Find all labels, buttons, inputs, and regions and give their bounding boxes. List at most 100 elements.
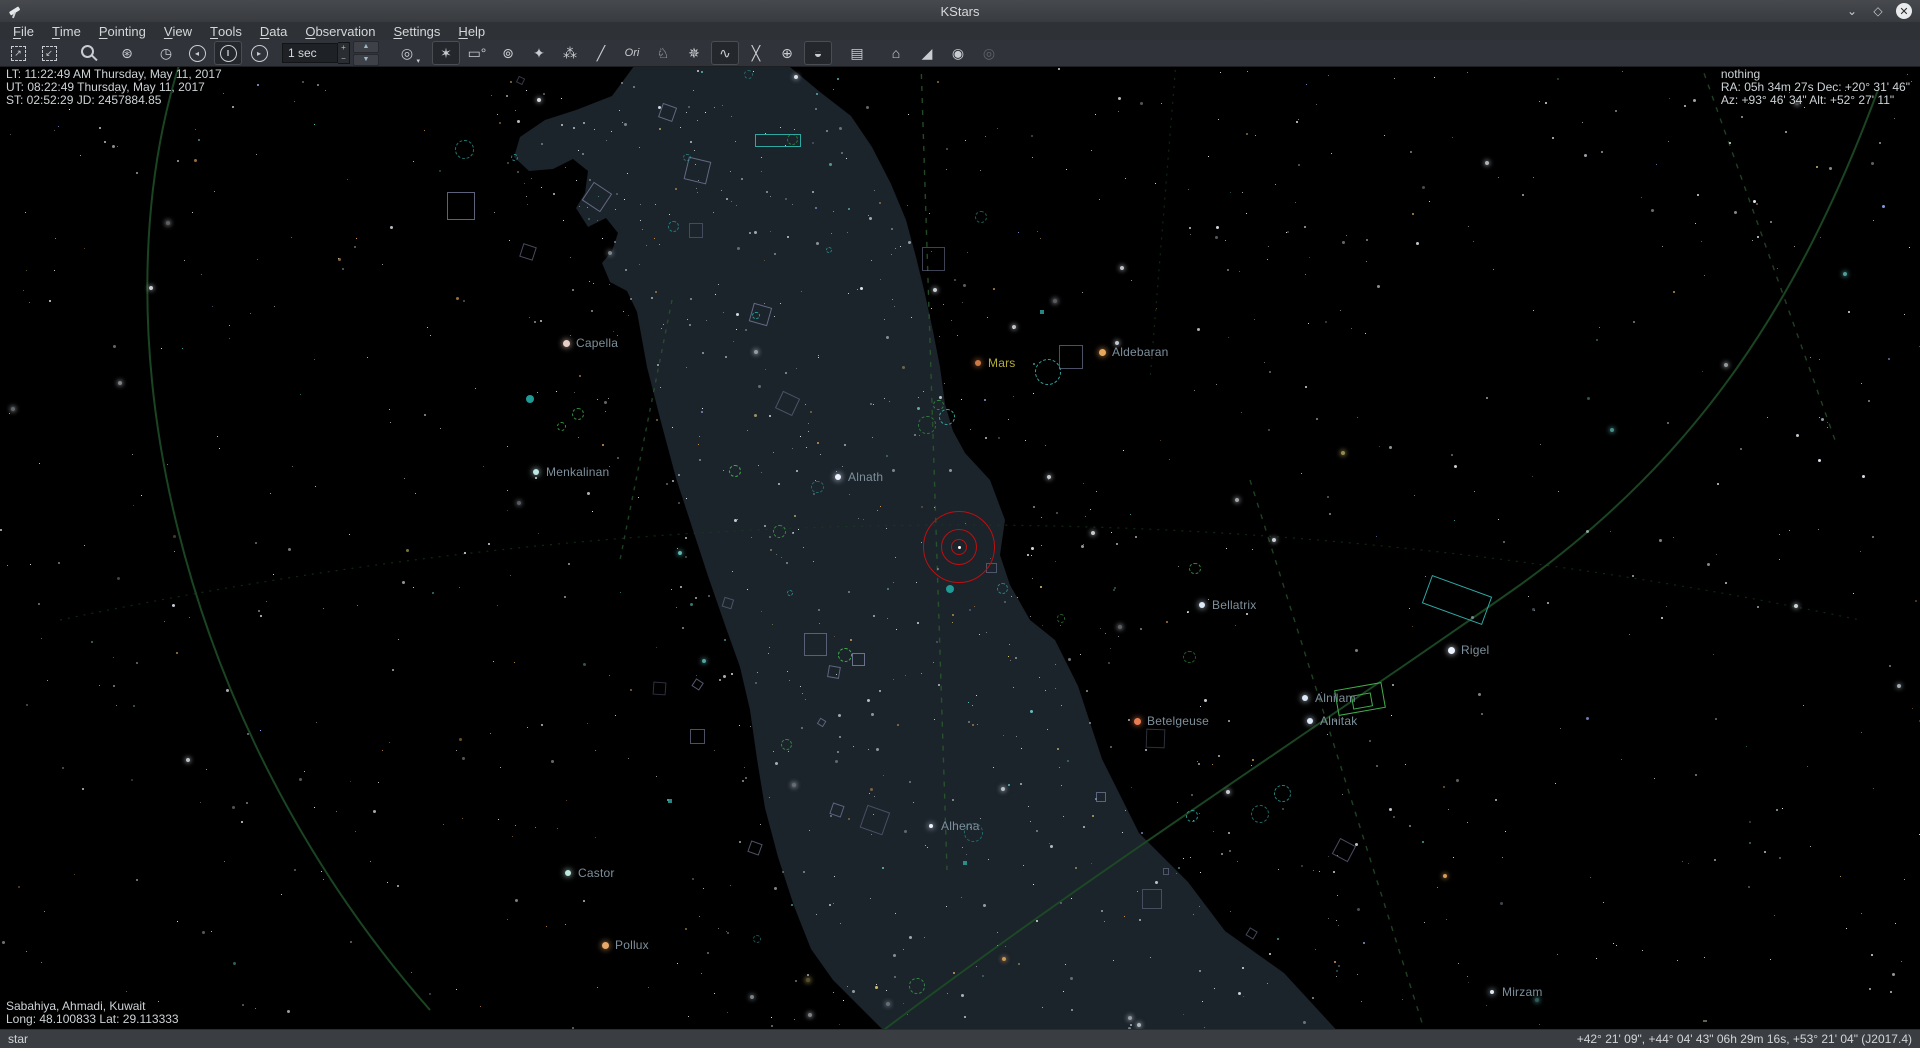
star	[929, 213, 930, 214]
toggle-milky-way-button[interactable]: ∿	[711, 41, 739, 65]
star	[886, 990, 887, 991]
zoom-out-button[interactable]: ↙	[35, 41, 63, 65]
dropdown-caret-icon[interactable]: ▾	[416, 57, 420, 65]
toggle-deep-sky-objects-button[interactable]: ▭°	[463, 41, 491, 65]
close-icon[interactable]: ✕	[1896, 3, 1912, 19]
star	[1033, 393, 1034, 394]
sky-object-alnath[interactable]	[835, 474, 841, 480]
menu-tools[interactable]: Tools	[201, 22, 251, 40]
sky-object-label-mars: Mars	[988, 356, 1015, 370]
toggle-constellation-boundaries-button[interactable]: ╱	[587, 41, 615, 65]
minimize-icon[interactable]: ⌄	[1844, 3, 1860, 19]
sky-object-bellatrix[interactable]	[1199, 602, 1205, 608]
star	[1123, 450, 1124, 451]
sky-object-rigel[interactable]	[1448, 647, 1455, 654]
time-step-plus-icon[interactable]: +	[341, 43, 346, 52]
menu-view[interactable]: View	[155, 22, 201, 40]
star	[1873, 788, 1874, 789]
menu-settings[interactable]: Settings	[384, 22, 449, 40]
sky-object-aldebaran[interactable]	[1099, 349, 1106, 356]
star	[26, 270, 27, 271]
sky-shading-button[interactable]: ◢	[913, 41, 941, 65]
menu-help[interactable]: Help	[449, 22, 494, 40]
toggle-equatorial-grid-button[interactable]: ╳	[742, 41, 770, 65]
maximize-icon[interactable]: ◇	[1870, 3, 1886, 19]
star	[611, 131, 612, 132]
sky-object-capella[interactable]	[563, 340, 570, 347]
star	[1237, 861, 1238, 862]
toggle-stars-button[interactable]: ✶	[432, 41, 460, 65]
toggle-stars-icon: ✶	[440, 45, 452, 62]
star	[623, 311, 624, 312]
toggle-sky-culture-button[interactable]: ✵	[680, 41, 708, 65]
dso-symbol	[1059, 345, 1082, 368]
toggle-constellation-lines-button[interactable]: ⁂	[556, 41, 584, 65]
star	[529, 317, 530, 318]
star	[944, 383, 945, 384]
menu-pointing[interactable]: Pointing	[90, 22, 155, 40]
star	[1275, 184, 1276, 185]
star	[1656, 164, 1657, 165]
star	[1264, 362, 1265, 363]
star	[1693, 99, 1696, 102]
star	[725, 356, 727, 358]
star	[561, 124, 563, 126]
star	[608, 251, 612, 255]
sky-map[interactable]: CapellaMenkalinanAlnathMarsAldebaranBell…	[0, 0, 1920, 1048]
stop-clock-button[interactable]: ‖	[214, 41, 242, 65]
set-geo-location-button[interactable]: ⊛	[113, 41, 141, 65]
toggle-supernovae-button[interactable]: ⊚	[494, 41, 522, 65]
star	[1005, 946, 1006, 947]
zoom-in-button[interactable]: ↗	[4, 41, 32, 65]
time-step-minus-icon[interactable]: −	[341, 54, 346, 63]
sky-object-menkalinan[interactable]	[533, 469, 539, 475]
toggle-horizontal-grid-button[interactable]: ⊕	[773, 41, 801, 65]
star	[1452, 137, 1453, 138]
time-step-forward-button[interactable]: ▸	[245, 41, 273, 65]
menu-file[interactable]: File	[4, 22, 43, 40]
dso-symbol-circle-dashed	[939, 409, 955, 425]
time-step-down-button[interactable]: ▼	[353, 54, 379, 66]
toggle-solar-system-button[interactable]: ✦	[525, 41, 553, 65]
toggle-constellation-names-button[interactable]: Ori	[618, 41, 646, 65]
time-step-backward-button[interactable]: ◂	[183, 41, 211, 65]
sky-object-alnitak[interactable]	[1307, 718, 1313, 724]
menu-time[interactable]: Time	[43, 22, 90, 40]
observation-planner-button[interactable]: ⌂	[882, 41, 910, 65]
star	[771, 1017, 772, 1018]
star	[1779, 559, 1780, 560]
toggle-constellation-art-button[interactable]: ♘	[649, 41, 677, 65]
star	[229, 338, 230, 339]
star	[1402, 999, 1403, 1000]
menu-observation[interactable]: Observation	[296, 22, 384, 40]
sky-object-betelgeuse[interactable]	[1134, 718, 1141, 725]
sky-object-mars[interactable]	[975, 360, 981, 366]
star	[507, 490, 508, 491]
star	[737, 519, 738, 520]
star	[1235, 625, 1236, 626]
sky-object-pollux[interactable]	[602, 942, 609, 949]
star	[1004, 601, 1006, 603]
star	[517, 171, 519, 173]
sky-object-castor[interactable]	[565, 870, 571, 876]
sky-object-mirzam[interactable]	[1490, 990, 1494, 994]
star	[769, 647, 770, 648]
time-step-widget[interactable]: 1 sec + − ▲ ▼	[282, 41, 379, 66]
time-step-up-button[interactable]: ▲	[353, 41, 379, 53]
title-bar[interactable]: KStars ⌄ ◇ ✕	[0, 0, 1920, 22]
toggle-ground-button[interactable]: ◒	[804, 41, 832, 65]
whats-interesting-button[interactable]: ◉	[944, 41, 972, 65]
sky-object-alhena[interactable]	[929, 824, 933, 828]
set-time-button[interactable]: ◷	[152, 41, 180, 65]
time-step-value[interactable]: 1 sec	[282, 43, 338, 63]
star	[794, 129, 795, 130]
star	[1342, 241, 1345, 244]
sky-object-alnilam[interactable]	[1302, 695, 1308, 701]
observation-planner-icon: ⌂	[892, 45, 900, 61]
toggle-flags-button[interactable]: ▤	[843, 41, 871, 65]
dso-symbol	[909, 978, 925, 994]
track-object-button[interactable]: ◎▾	[393, 41, 421, 65]
menu-data[interactable]: Data	[251, 22, 296, 40]
find-object-button[interactable]	[74, 41, 102, 65]
star	[938, 684, 940, 686]
